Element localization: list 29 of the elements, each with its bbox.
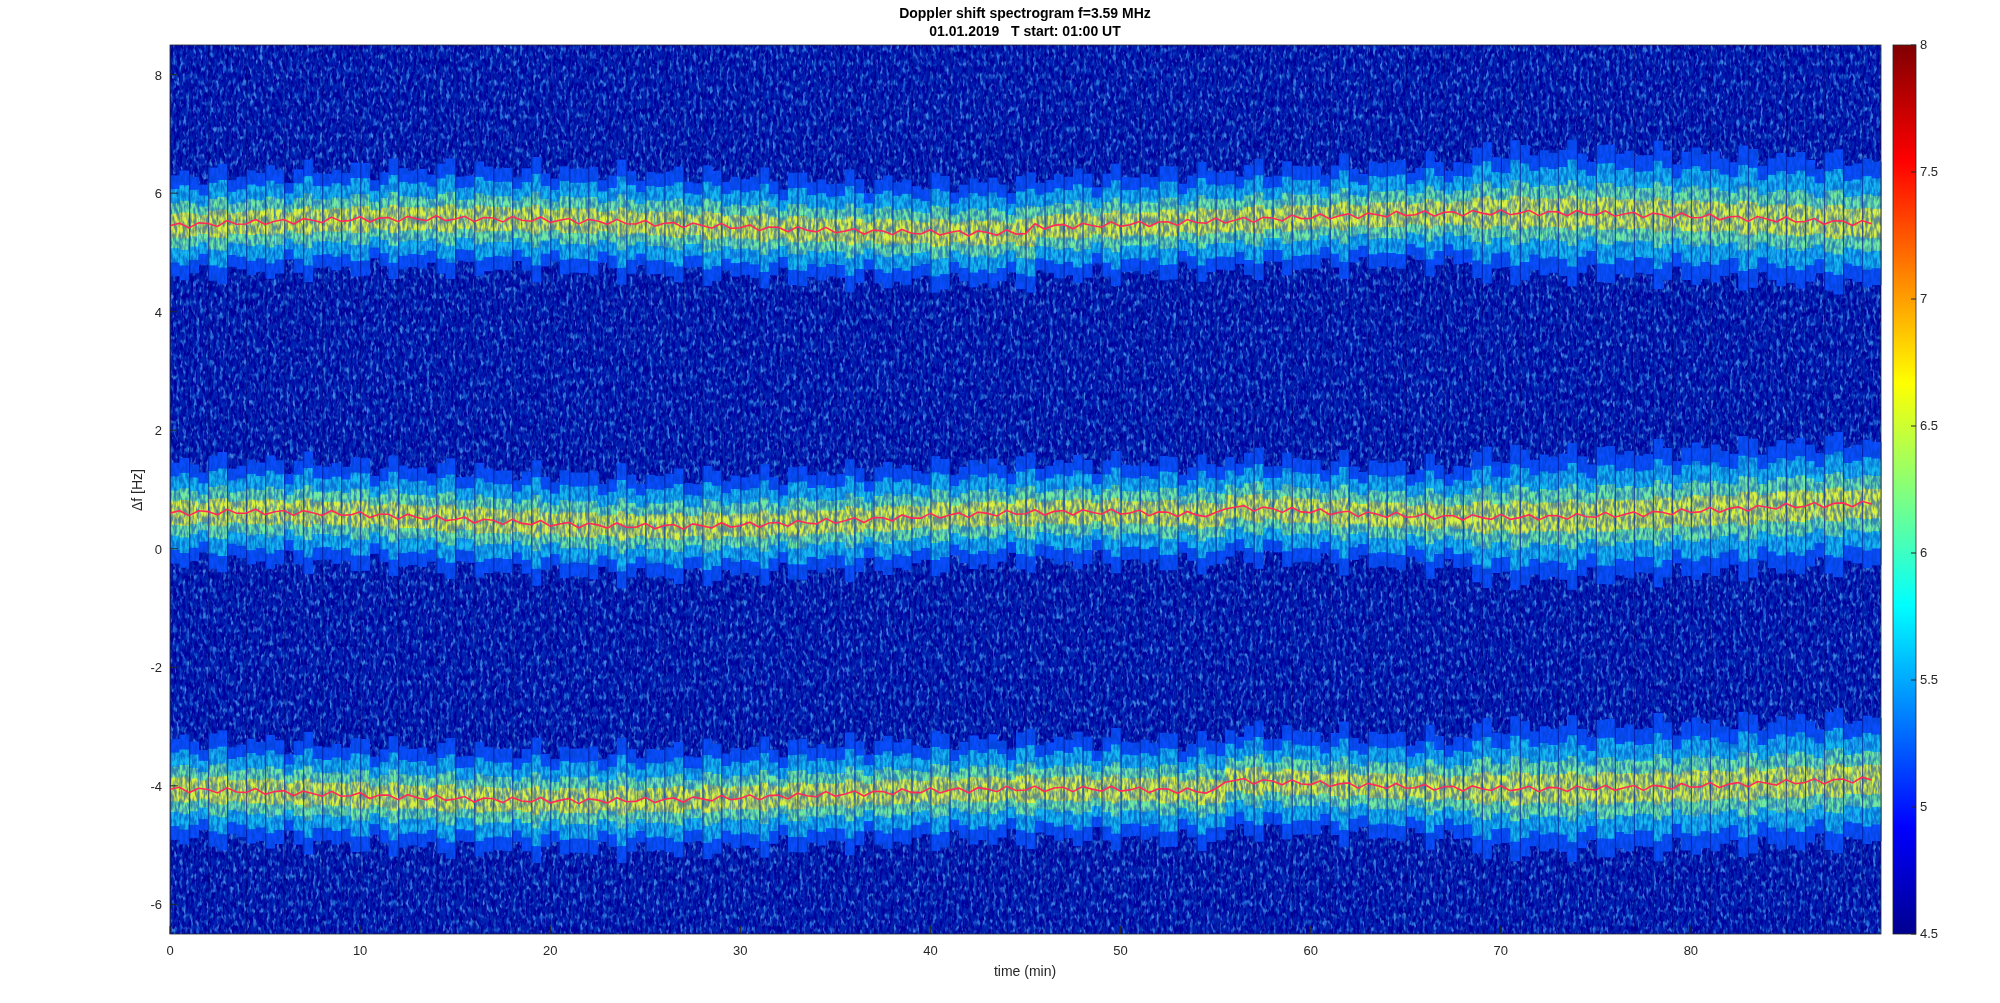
x-tick-label: 20 <box>543 943 558 958</box>
y-tick-label: 8 <box>154 67 162 83</box>
y-tick-label: 6 <box>154 186 162 202</box>
x-tick-label: 70 <box>1493 943 1508 958</box>
colorbar-tick-label: 5 <box>1920 799 1928 814</box>
y-tick-label: 4 <box>154 304 162 320</box>
y-axis-label: Δf [Hz] <box>129 469 145 511</box>
colorbar-tick-label: 7.5 <box>1920 164 1939 179</box>
y-tick-label: 0 <box>154 541 162 557</box>
y-tick-label: -6 <box>150 897 162 913</box>
x-tick-label: 80 <box>1683 943 1699 958</box>
y-tick-label: -2 <box>150 660 162 676</box>
x-tick-label: 40 <box>923 943 938 958</box>
x-tick-label: 10 <box>352 943 368 958</box>
x-tick-label: 30 <box>733 943 748 958</box>
chart-title: Doppler shift spectrogram f=3.59 MHz <box>899 5 1151 21</box>
y-tick-label: 2 <box>154 423 162 439</box>
x-tick-label: 0 <box>166 943 174 958</box>
colorbar-tick-label: 7 <box>1920 291 1928 306</box>
colorbar-tick-label: 4.5 <box>1920 926 1939 941</box>
y-tick-label: -4 <box>150 778 162 794</box>
chart-title: 01.01.2019 T start: 01:00 UT <box>929 23 1121 39</box>
x-tick-label: 60 <box>1303 943 1318 958</box>
colorbar-tick-label: 6 <box>1920 545 1928 560</box>
x-axis-label: time (min) <box>993 963 1057 979</box>
x-tick-label: 50 <box>1113 943 1128 958</box>
colorbar-tick-label: 8 <box>1920 37 1928 52</box>
colorbar-tick-label: 6.5 <box>1920 418 1939 433</box>
colorbar-tick-label: 5.5 <box>1920 672 1939 687</box>
